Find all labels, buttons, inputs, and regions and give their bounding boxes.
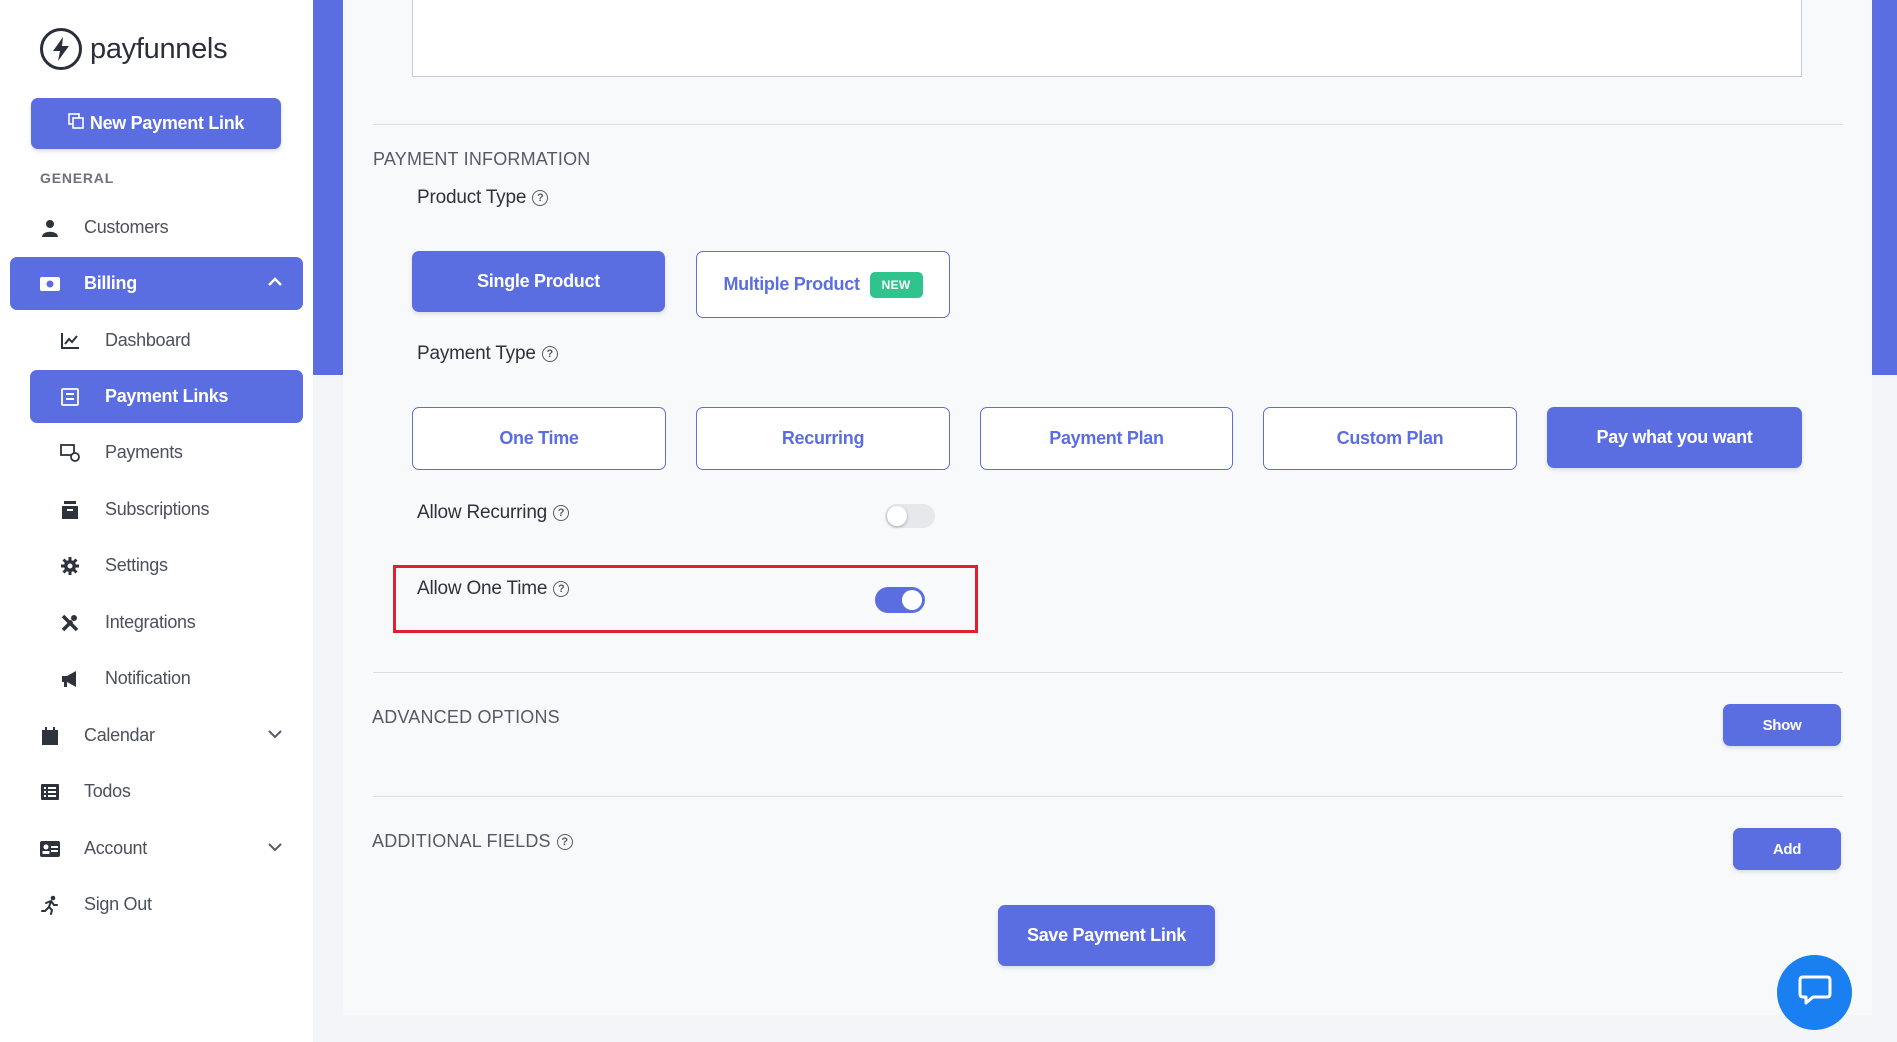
receipt-icon bbox=[60, 387, 80, 407]
accent-bar-left bbox=[313, 0, 343, 375]
save-payment-link-label: Save Payment Link bbox=[1027, 925, 1186, 945]
multiple-product-button[interactable]: Multiple Product NEW bbox=[696, 251, 950, 318]
payment-type-custom-plan[interactable]: Custom Plan bbox=[1263, 407, 1517, 470]
advanced-options-show-button[interactable]: Show bbox=[1723, 704, 1841, 746]
brand-name: payfunnels bbox=[90, 32, 228, 65]
sidebar-item-label: Settings bbox=[105, 555, 168, 575]
sidebar-item-label: Todos bbox=[84, 781, 131, 801]
sidebar-item-label: Notification bbox=[105, 668, 191, 688]
sidebar-item-todos[interactable]: Todos bbox=[10, 765, 303, 818]
sidebar-item-label: Sign Out bbox=[84, 894, 152, 914]
sidebar-item-payment-links[interactable]: Payment Links bbox=[30, 370, 303, 423]
sidebar-item-label: Payment Links bbox=[105, 386, 229, 406]
running-icon bbox=[40, 895, 60, 915]
sidebar-item-account[interactable]: Account bbox=[10, 822, 303, 875]
page-bottom bbox=[313, 1015, 1897, 1042]
product-type-text: Product Type bbox=[417, 187, 527, 208]
recurring-label: Recurring bbox=[781, 428, 865, 448]
single-product-button[interactable]: Single Product bbox=[412, 251, 665, 312]
calendar-icon bbox=[40, 726, 60, 746]
toggle-knob bbox=[887, 506, 907, 526]
list-icon bbox=[40, 782, 60, 802]
megaphone-icon bbox=[60, 669, 80, 689]
sidebar-item-label: Account bbox=[84, 838, 147, 858]
user-icon bbox=[40, 218, 60, 238]
sidebar-item-label: Billing bbox=[84, 273, 137, 293]
additional-fields-add-button[interactable]: Add bbox=[1733, 828, 1841, 870]
allow-recurring-label: Allow Recurring ? bbox=[417, 502, 570, 524]
custom-plan-label: Custom Plan bbox=[1336, 428, 1444, 448]
payment-type-recurring[interactable]: Recurring bbox=[696, 407, 950, 470]
new-payment-link-label: New Payment Link bbox=[89, 113, 245, 133]
divider bbox=[373, 124, 1843, 125]
divider bbox=[373, 672, 1843, 673]
advanced-options-heading: ADVANCED OPTIONS bbox=[372, 707, 560, 727]
sidebar-item-label: Calendar bbox=[84, 725, 155, 745]
help-icon[interactable]: ? bbox=[541, 346, 558, 362]
help-icon[interactable]: ? bbox=[556, 833, 573, 850]
gear-icon bbox=[60, 556, 80, 576]
sidebar: payfunnels New Payment Link GENERAL Cust… bbox=[0, 0, 313, 1042]
payment-type-pay-what-you-want[interactable]: Pay what you want bbox=[1547, 407, 1802, 468]
sidebar-item-customers[interactable]: Customers bbox=[10, 201, 303, 254]
tools-icon bbox=[60, 613, 80, 633]
product-type-label: Product Type ? bbox=[417, 187, 549, 209]
sidebar-item-notification[interactable]: Notification bbox=[30, 652, 303, 705]
sidebar-item-label: Customers bbox=[84, 217, 169, 237]
new-badge: NEW bbox=[869, 271, 923, 298]
accent-bar-right bbox=[1872, 0, 1897, 375]
sidebar-item-integrations[interactable]: Integrations bbox=[30, 596, 303, 649]
id-card-icon bbox=[40, 839, 60, 859]
chat-icon bbox=[1797, 974, 1833, 1011]
one-time-label: One Time bbox=[499, 428, 579, 448]
pay-what-you-want-label: Pay what you want bbox=[1596, 427, 1753, 447]
save-payment-link-button[interactable]: Save Payment Link bbox=[998, 905, 1215, 966]
add-label: Add bbox=[1772, 840, 1802, 858]
archive-icon bbox=[60, 500, 80, 520]
sidebar-item-subscriptions[interactable]: Subscriptions bbox=[30, 483, 303, 536]
sidebar-item-label: Dashboard bbox=[105, 330, 191, 350]
allow-recurring-toggle[interactable] bbox=[885, 504, 935, 528]
sidebar-item-sign-out[interactable]: Sign Out bbox=[10, 878, 303, 931]
chevron-up-icon bbox=[267, 274, 283, 295]
chevron-down-icon bbox=[267, 839, 283, 860]
logo[interactable]: payfunnels bbox=[40, 28, 228, 70]
payment-plan-label: Payment Plan bbox=[1049, 428, 1164, 448]
sidebar-item-label: Integrations bbox=[105, 612, 196, 632]
payments-icon bbox=[60, 443, 80, 463]
divider bbox=[373, 796, 1843, 797]
chat-support-button[interactable] bbox=[1777, 955, 1852, 1030]
payment-type-label: Payment Type ? bbox=[417, 343, 558, 365]
payment-type-one-time[interactable]: One Time bbox=[412, 407, 666, 470]
sidebar-item-calendar[interactable]: Calendar bbox=[10, 709, 303, 762]
payment-information-heading: PAYMENT INFORMATION bbox=[373, 149, 591, 169]
sidebar-item-settings[interactable]: Settings bbox=[30, 539, 303, 592]
money-icon bbox=[40, 274, 60, 294]
help-icon[interactable]: ? bbox=[553, 505, 570, 521]
sidebar-item-dashboard[interactable]: Dashboard bbox=[30, 314, 303, 367]
additional-fields-text: ADDITIONAL FIELDS bbox=[372, 831, 551, 851]
sidebar-item-payments[interactable]: Payments bbox=[30, 426, 303, 479]
allow-recurring-text: Allow Recurring bbox=[417, 502, 548, 523]
new-payment-link-button[interactable]: New Payment Link bbox=[31, 98, 281, 149]
payment-type-text: Payment Type bbox=[417, 343, 536, 364]
multiple-product-label: Multiple Product bbox=[723, 274, 860, 294]
single-product-label: Single Product bbox=[477, 271, 600, 291]
sidebar-item-label: Payments bbox=[105, 442, 183, 462]
new-link-icon bbox=[68, 113, 84, 134]
help-icon[interactable]: ? bbox=[532, 190, 549, 206]
bolt-icon bbox=[40, 28, 82, 70]
payment-link-form-card: PAYMENT INFORMATION Product Type ? Singl… bbox=[343, 0, 1872, 1015]
show-label: Show bbox=[1762, 716, 1802, 734]
chevron-down-icon bbox=[267, 726, 283, 747]
payment-type-payment-plan[interactable]: Payment Plan bbox=[980, 407, 1233, 470]
additional-fields-heading: ADDITIONAL FIELDS ? bbox=[372, 831, 573, 852]
sidebar-item-billing[interactable]: Billing bbox=[10, 257, 303, 310]
highlight-box bbox=[393, 565, 978, 633]
sidebar-item-label: Subscriptions bbox=[105, 499, 210, 519]
chart-line-icon bbox=[60, 331, 80, 351]
description-textarea[interactable] bbox=[412, 0, 1802, 77]
section-general: GENERAL bbox=[40, 170, 115, 186]
